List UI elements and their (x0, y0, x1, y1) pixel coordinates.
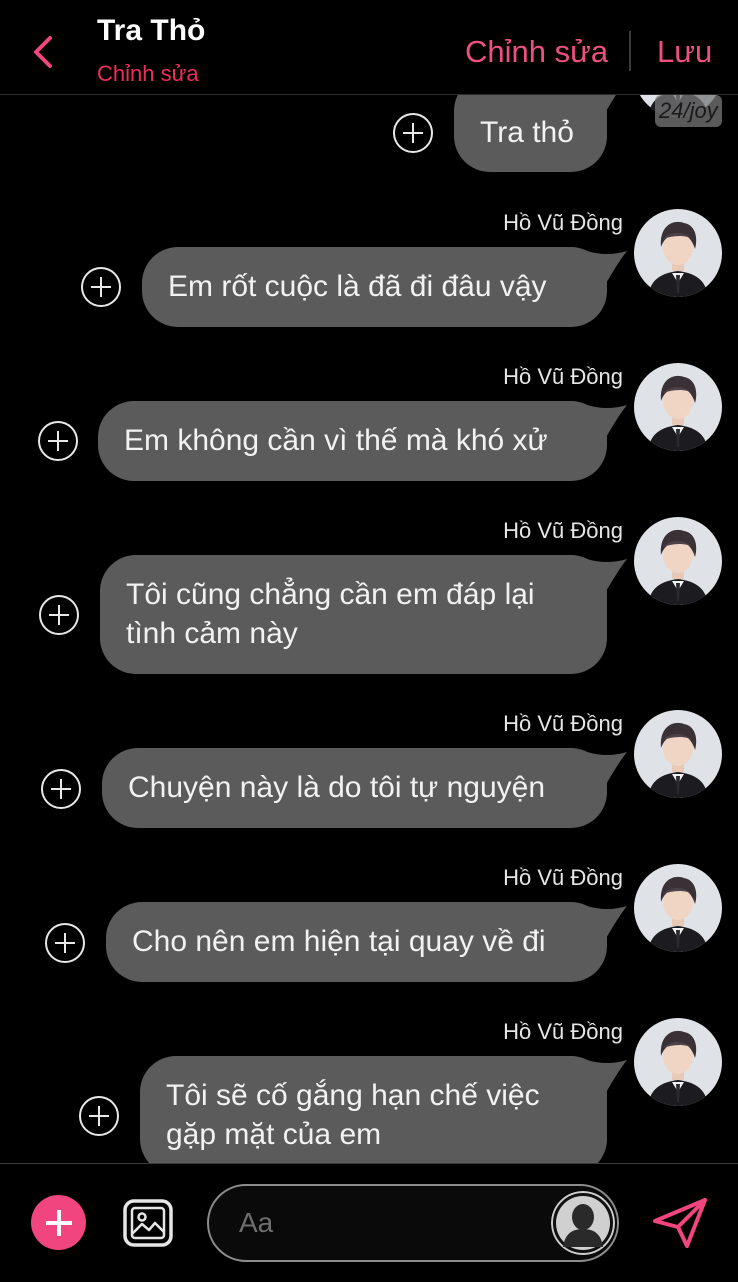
watermark-label: 24/joy (655, 95, 722, 127)
message-item: Hồ Vũ Đồng Cho nên em hiện tại quay về đ… (0, 863, 738, 993)
message-item: Hồ Vũ Đồng Em rốt cuộc là đã đi đâu vậy (0, 208, 738, 338)
composer-bar (0, 1163, 738, 1282)
bubble-tail (587, 906, 627, 940)
bubble-tail (587, 1060, 627, 1094)
send-icon[interactable] (651, 1197, 709, 1249)
message-list[interactable]: Tra thỏ 24/joy Hồ Vũ Đồng Em rốt cuộc là… (0, 95, 738, 1163)
message-bubble[interactable]: Em không cần vì thế mà khó xử (98, 401, 627, 481)
message-text: Tra thỏ (480, 116, 574, 149)
bubble-tail (595, 95, 616, 113)
message-text: Cho nên em hiện tại quay về đi (132, 925, 546, 958)
sender-avatar[interactable] (634, 1018, 722, 1106)
message-item: Hồ Vũ Đồng Tôi sẽ cố gắng hạn chế việc g… (0, 1017, 738, 1163)
message-text: Tôi sẽ cố gắng hạn chế việc gặp mặt của … (166, 1079, 540, 1151)
chat-header: Tra Thỏ Chỉnh sửa Chỉnh sửa Lưu (0, 0, 738, 95)
sender-avatar[interactable] (634, 864, 722, 952)
add-reaction-button[interactable] (45, 923, 85, 963)
message-bubble[interactable]: Tra thỏ (454, 95, 616, 172)
sender-name: Hồ Vũ Đồng (503, 1019, 623, 1044)
message-item: Hồ Vũ Đồng Chuyện này là do tôi tự nguyệ… (0, 709, 738, 839)
add-attachment-button[interactable] (31, 1195, 86, 1250)
message-bubble[interactable]: Chuyện này là do tôi tự nguyện (102, 748, 627, 828)
add-reaction-button[interactable] (38, 421, 78, 461)
bubble-tail (587, 752, 627, 786)
add-reaction-button[interactable] (79, 1096, 119, 1136)
sender-avatar[interactable] (634, 363, 722, 451)
add-reaction-button[interactable] (393, 113, 433, 153)
bubble-tail (587, 251, 627, 285)
add-reaction-button[interactable] (41, 769, 81, 809)
persona-avatar-icon[interactable] (551, 1191, 615, 1255)
sender-avatar[interactable] (634, 209, 722, 297)
chat-title: Tra Thỏ (97, 14, 206, 47)
edit-button[interactable]: Chỉnh sửa (465, 34, 608, 70)
image-icon[interactable] (122, 1197, 174, 1249)
sender-name: Hồ Vũ Đồng (503, 210, 623, 235)
add-reaction-button[interactable] (81, 267, 121, 307)
message-item: Hồ Vũ Đồng Em không cần vì thế mà khó xử (0, 362, 738, 492)
message-bubble[interactable]: Tôi cũng chẳng cần em đáp lại tình cảm n… (100, 555, 627, 674)
message-text: Tôi cũng chẳng cần em đáp lại tình cảm n… (126, 578, 535, 650)
bubble-tail (587, 559, 627, 593)
message-text: Em rốt cuộc là đã đi đâu vậy (168, 270, 547, 303)
message-bubble[interactable]: Tôi sẽ cố gắng hạn chế việc gặp mặt của … (140, 1056, 627, 1163)
message-bubble[interactable]: Cho nên em hiện tại quay về đi (106, 902, 627, 982)
message-text: Em không cần vì thế mà khó xử (124, 424, 548, 457)
sender-name: Hồ Vũ Đồng (503, 364, 623, 389)
sender-avatar[interactable] (634, 710, 722, 798)
sender-name: Hồ Vũ Đồng (503, 711, 623, 736)
message-text: Chuyện này là do tôi tự nguyện (128, 771, 546, 804)
message-input[interactable] (237, 1202, 541, 1244)
message-bubble[interactable]: Em rốt cuộc là đã đi đâu vậy (142, 247, 627, 327)
sender-avatar[interactable] (634, 517, 722, 605)
add-reaction-button[interactable] (39, 595, 79, 635)
save-button[interactable]: Lưu (657, 34, 712, 70)
sender-name: Hồ Vũ Đồng (503, 518, 623, 543)
chat-subtitle[interactable]: Chỉnh sửa (97, 61, 199, 87)
message-input-container (207, 1184, 619, 1262)
back-icon[interactable] (28, 34, 60, 70)
bubble-tail (587, 405, 627, 439)
header-divider (629, 31, 631, 71)
message-item: Hồ Vũ Đồng Tôi cũng chẳng cần em đáp lại… (0, 516, 738, 686)
sender-name: Hồ Vũ Đồng (503, 865, 623, 890)
